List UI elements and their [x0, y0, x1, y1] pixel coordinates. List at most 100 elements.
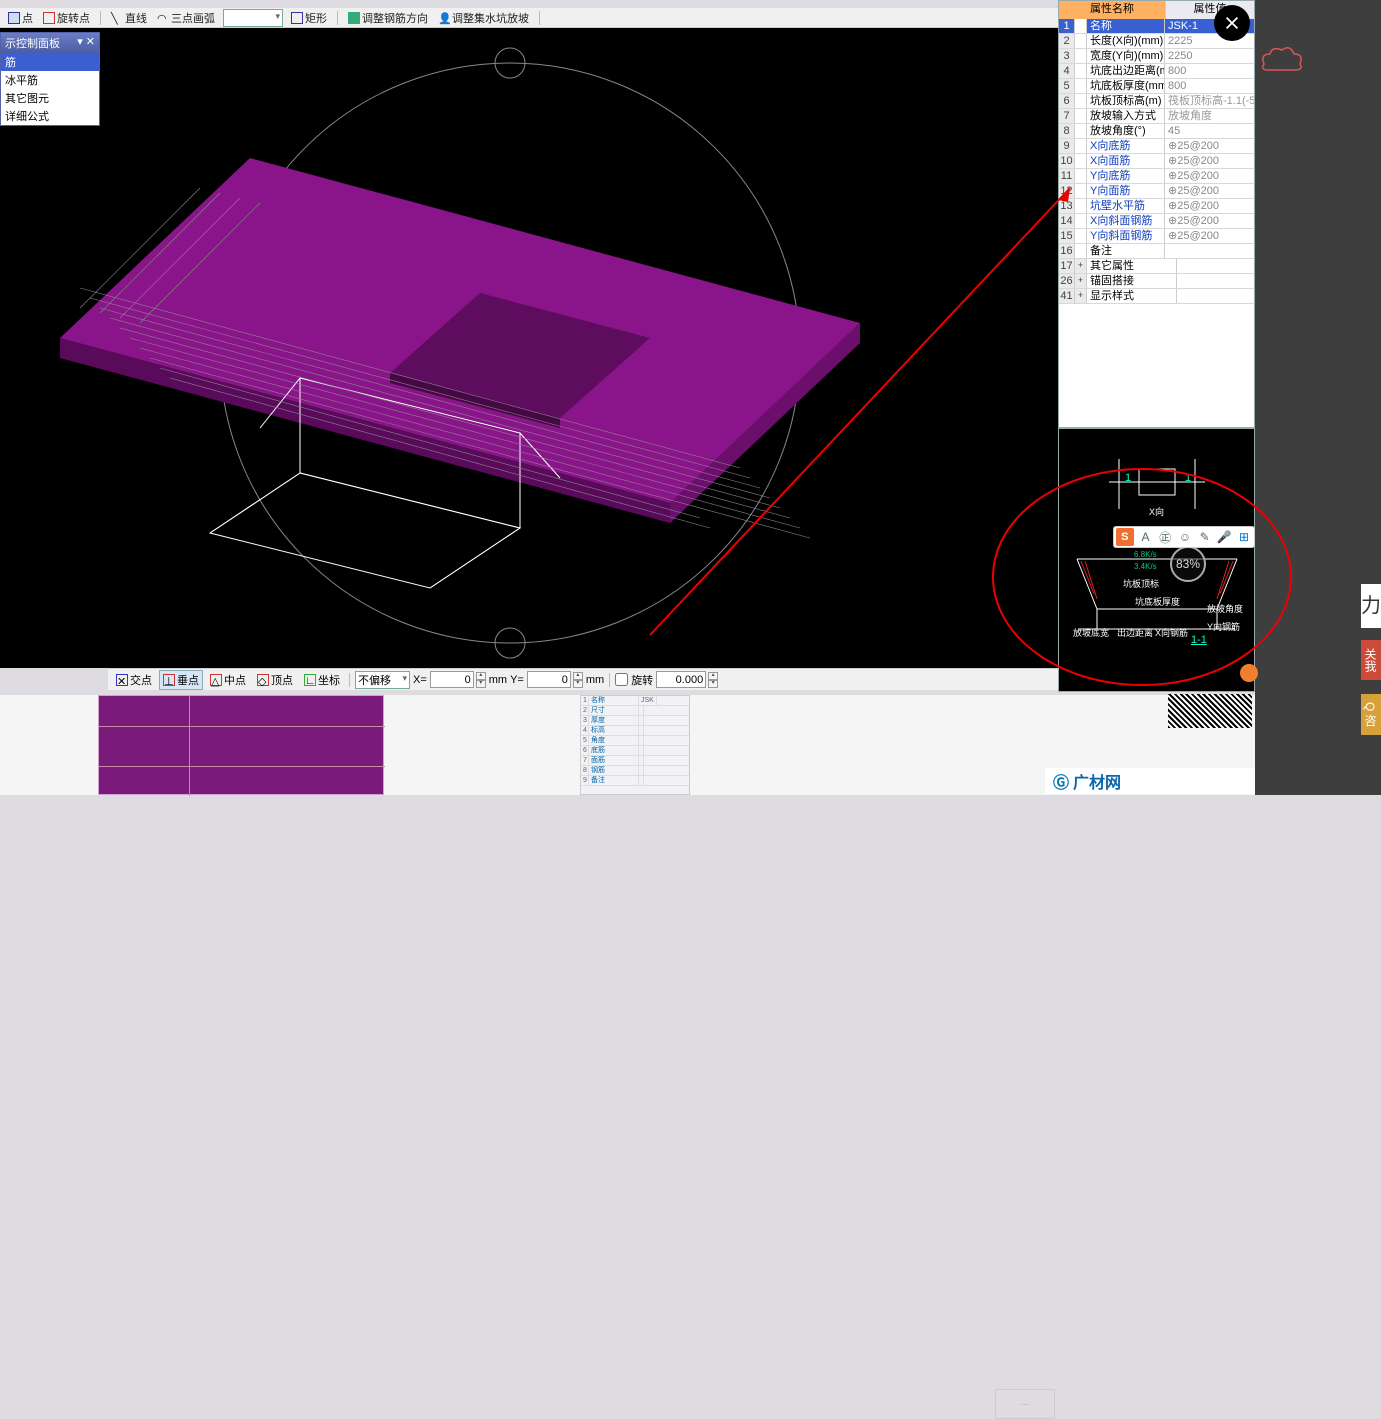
prop-row-16[interactable]: 16备注: [1059, 244, 1254, 259]
prop-row-num: 16: [1059, 244, 1075, 258]
prop-name-cell[interactable]: X向底筋: [1087, 139, 1165, 153]
tool-adjust-sump-slope[interactable]: 👤调整集水坑放坡: [436, 10, 531, 26]
tree-item-horizontal[interactable]: 冰平筋: [1, 71, 99, 89]
prop-name-cell[interactable]: X向面筋: [1087, 154, 1165, 168]
prop-value-cell[interactable]: ⊕25@200: [1165, 154, 1254, 168]
y-label: Y=: [510, 674, 524, 686]
prop-row-13[interactable]: 13 坑壁水平筋⊕25@200: [1059, 199, 1254, 214]
y-input[interactable]: [527, 671, 571, 688]
prop-value-cell[interactable]: 800: [1165, 64, 1254, 78]
intersection-icon: ✕: [116, 674, 128, 686]
tool-line[interactable]: ╲直线: [109, 10, 149, 26]
prop-value-cell[interactable]: [1165, 244, 1254, 258]
snap-perpendicular[interactable]: ⊥垂点: [159, 670, 203, 690]
prop-row-5[interactable]: 5坑底板厚度(mm)800: [1059, 79, 1254, 94]
ime-zh-icon[interactable]: ㊣: [1157, 529, 1173, 545]
tool-rect[interactable]: 矩形: [289, 10, 329, 26]
ad-thumbnail[interactable]: ···: [995, 1389, 1055, 1419]
prop-row-11[interactable]: 11Y向底筋⊕25@200: [1059, 169, 1254, 184]
prop-value-cell[interactable]: [1177, 289, 1254, 303]
ime-emoji-icon[interactable]: ☺: [1177, 529, 1193, 545]
prop-row-6[interactable]: 6坑板顶标高(m)筏板顶标高-1.1(-5.: [1059, 94, 1254, 109]
prop-row-7[interactable]: 7放坡输入方式放坡角度: [1059, 109, 1254, 124]
prop-name-cell[interactable]: Y向底筋: [1087, 169, 1165, 183]
mini-property-thumb[interactable]: 1名称JSK 2尺寸 3厚度 4标高 5角度 6底筋 7面筋 8钢筋 9备注: [580, 695, 690, 795]
drawing-toolbar: 点 旋转点 ╲直线 ◠三点画弧 矩形 调整钢筋方向 👤调整集水坑放坡: [0, 8, 1058, 28]
rotate-spinner[interactable]: ▴▾: [708, 672, 718, 688]
tool-adjust-rebar-dir[interactable]: 调整钢筋方向: [346, 10, 430, 26]
ime-letter[interactable]: A: [1138, 529, 1154, 545]
ime-toolbar[interactable]: S A ㊣ ☺ ✎ 🎤 ⊞: [1113, 526, 1255, 548]
prop-row-num: 15: [1059, 229, 1075, 243]
prop-value-cell[interactable]: ⊕25@200: [1165, 169, 1254, 183]
point-icon: [8, 12, 20, 24]
diagram-x-rebar: X向钢筋: [1155, 626, 1188, 639]
mini-plan-view[interactable]: [98, 695, 384, 795]
tree-item-other-elem[interactable]: 其它图元: [1, 89, 99, 107]
tool-rotate-point[interactable]: 旋转点: [41, 10, 92, 26]
rotate-checkbox[interactable]: [615, 673, 628, 686]
side-tab-guanwo[interactable]: 关我: [1361, 640, 1381, 680]
ime-toolbox-icon[interactable]: ⊞: [1236, 529, 1252, 545]
ime-skin-icon[interactable]: ✎: [1197, 529, 1213, 545]
prop-row-8[interactable]: 8放坡角度(°)45: [1059, 124, 1254, 139]
snap-vertex[interactable]: ◇顶点: [253, 670, 297, 690]
prop-row-14[interactable]: 14X向斜面钢筋⊕25@200: [1059, 214, 1254, 229]
prop-row-15[interactable]: 15 Y向斜面钢筋⊕25@200: [1059, 229, 1254, 244]
prop-value-cell[interactable]: 放坡角度: [1165, 109, 1254, 123]
prop-row-3[interactable]: 3宽度(Y向)(mm)2250: [1059, 49, 1254, 64]
prop-expand-icon[interactable]: +: [1075, 274, 1087, 288]
prop-name-cell[interactable]: Y向面筋: [1087, 184, 1165, 198]
arc-mode-combo[interactable]: [223, 9, 283, 27]
prop-expand-icon[interactable]: +: [1075, 259, 1087, 273]
prop-row-num: 13: [1059, 199, 1075, 213]
model-viewport-3d[interactable]: [0, 28, 1058, 668]
prop-name-cell: 显示样式: [1087, 289, 1177, 303]
prop-value-cell[interactable]: [1177, 259, 1254, 273]
prop-row-4[interactable]: 4坑底出边距离(mm)800: [1059, 64, 1254, 79]
prop-row-26[interactable]: 26+锚固搭接: [1059, 274, 1254, 289]
prop-row-41[interactable]: 41+显示样式: [1059, 289, 1254, 304]
tree-item-detail-formula[interactable]: 详细公式: [1, 107, 99, 125]
prop-value-cell[interactable]: ⊕25@200: [1165, 229, 1254, 243]
rebar-dir-icon: [348, 12, 360, 24]
offset-mode-combo[interactable]: 不偏移: [355, 671, 410, 689]
prop-value-cell[interactable]: ⊕25@200: [1165, 139, 1254, 153]
rotate-input[interactable]: [656, 671, 706, 688]
prop-value-cell[interactable]: [1177, 274, 1254, 288]
side-tab-q[interactable]: Q 咨: [1361, 694, 1381, 735]
prop-name-cell: 放坡输入方式: [1087, 109, 1165, 123]
overlay-close-button[interactable]: [1214, 5, 1250, 41]
prop-row-12[interactable]: 12Y向面筋⊕25@200: [1059, 184, 1254, 199]
prop-value-cell[interactable]: 2250: [1165, 49, 1254, 63]
snap-coord[interactable]: ∟坐标: [300, 670, 344, 690]
prop-value-cell[interactable]: 筏板顶标高-1.1(-5.: [1165, 94, 1254, 108]
midpoint-icon: △: [210, 674, 222, 686]
prop-name-cell[interactable]: 坑壁水平筋: [1087, 199, 1165, 213]
tool-point[interactable]: 点: [6, 10, 35, 26]
prop-value-cell[interactable]: ⊕25@200: [1165, 214, 1254, 228]
prop-expand-icon[interactable]: +: [1075, 289, 1087, 303]
tool-arc3[interactable]: ◠三点画弧: [155, 10, 217, 26]
prop-row-9[interactable]: 9X向底筋⊕25@200: [1059, 139, 1254, 154]
panel-menu-icon[interactable]: ▾ ✕: [77, 35, 95, 51]
prop-value-cell[interactable]: 45: [1165, 124, 1254, 138]
tree-item-rebar[interactable]: 筋: [1, 53, 99, 71]
prop-row-17[interactable]: 17+其它属性: [1059, 259, 1254, 274]
guangcai-logo[interactable]: Ⓖ广材网: [1045, 768, 1255, 794]
prop-value-cell[interactable]: 800: [1165, 79, 1254, 93]
y-spinner[interactable]: ▴▾: [573, 672, 583, 688]
ime-voice-icon[interactable]: 🎤: [1216, 529, 1232, 545]
x-input[interactable]: [430, 671, 474, 688]
network-gauge[interactable]: 83% 6.8K/s 3.4K/s: [1170, 546, 1206, 582]
side-expand-button[interactable]: 力: [1361, 584, 1381, 628]
sogou-icon[interactable]: S: [1116, 528, 1134, 546]
prop-name-cell[interactable]: X向斜面钢筋: [1087, 214, 1165, 228]
prop-name-cell[interactable]: Y向斜面钢筋: [1087, 229, 1165, 243]
prop-row-10[interactable]: 10X向面筋⊕25@200: [1059, 154, 1254, 169]
prop-value-cell[interactable]: ⊕25@200: [1165, 199, 1254, 213]
snap-intersection[interactable]: ✕交点: [112, 670, 156, 690]
x-spinner[interactable]: ▴▾: [476, 672, 486, 688]
snap-midpoint[interactable]: △中点: [206, 670, 250, 690]
prop-value-cell[interactable]: ⊕25@200: [1165, 184, 1254, 198]
